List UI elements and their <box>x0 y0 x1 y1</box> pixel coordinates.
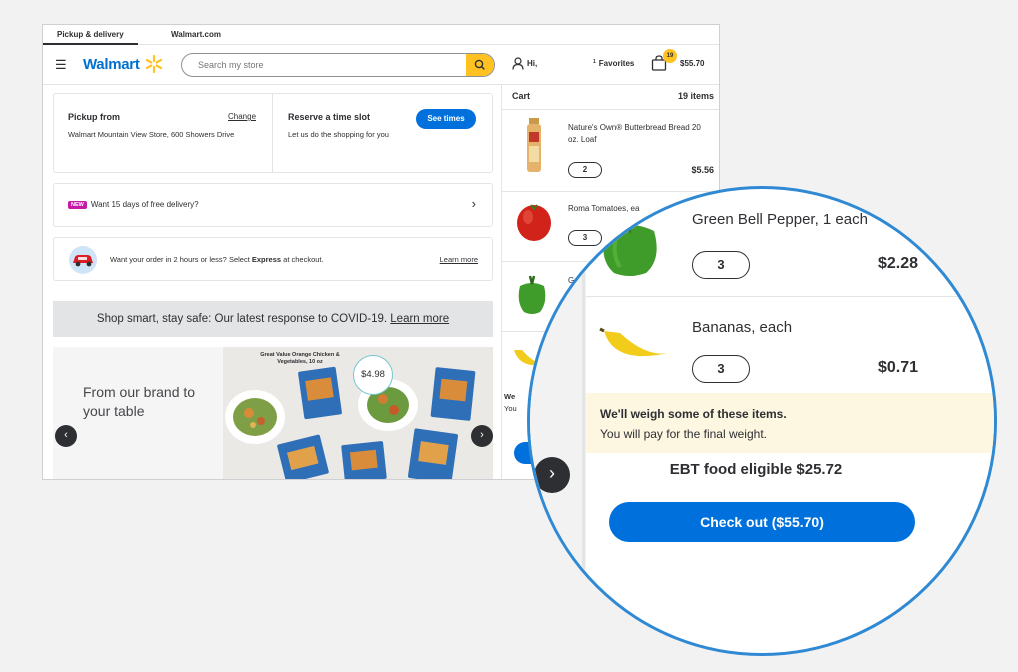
zoom-quantity-selector[interactable]: 3 <box>692 355 750 383</box>
express-text-bold: Express <box>251 255 282 264</box>
zoom-item-price: $2.28 <box>878 255 919 272</box>
promo-product-caption: Great Value Orange Chicken & Vegetables,… <box>260 352 340 365</box>
carousel-next-button[interactable]: › <box>534 457 570 493</box>
cart-title: Cart <box>512 91 531 101</box>
search-input[interactable] <box>182 54 466 76</box>
express-text-after: at checkout. <box>281 255 324 264</box>
promo-price-bubble: $4.98 <box>353 355 393 395</box>
zoom-item-name: Green Bell Pepper, 1 each <box>692 211 868 228</box>
banana-product-image <box>599 327 668 357</box>
express-text-before: Want your order in 2 hours or less? Sele… <box>110 255 252 264</box>
quantity-selector[interactable]: 2 <box>568 162 602 178</box>
account-menu[interactable]: Hi, <box>512 57 537 70</box>
zoom-cart-item: Bananas, each 3 $0.71 <box>586 297 994 393</box>
header: ☰ Walmart Search my store Hi, 1 Favorite… <box>43 45 719 85</box>
promo-image: Great Value Orange Chicken & Vegetables,… <box>223 347 493 479</box>
walmart-logo[interactable]: Walmart <box>83 56 140 73</box>
search-icon <box>474 59 485 70</box>
reserve-title: Reserve a time slot <box>288 112 371 122</box>
express-learn-more-link[interactable]: Learn more <box>440 255 478 264</box>
zoom-quantity-selector[interactable]: 3 <box>692 251 750 279</box>
weigh-notice-title: We'll weigh some of these items. <box>600 407 787 421</box>
account-greeting: Hi, <box>527 59 538 68</box>
store-address: Walmart Mountain View Store, 600 Showers… <box>68 130 235 139</box>
bread-loaf-product-image <box>527 118 541 172</box>
zoom-item-price: $0.71 <box>878 359 919 376</box>
free-delivery-row: NEW Want 15 days of free delivery? <box>68 200 199 209</box>
chevron-left-icon: ‹ <box>64 429 68 441</box>
weigh-notice: We'll weigh some of these items. You wil… <box>586 393 994 453</box>
card-divider <box>272 94 273 172</box>
new-badge: NEW <box>68 201 87 209</box>
zoom-item-name: Bananas, each <box>692 319 793 336</box>
search-button[interactable] <box>466 54 494 76</box>
promo-text-panel: From our brand to your table <box>53 347 223 479</box>
zoom-magnifier: Green Bell Pepper, 1 each 3 $2.28 Banana… <box>527 186 997 656</box>
chevron-right-icon: › <box>471 196 476 211</box>
express-text: Want your order in 2 hours or less? Sele… <box>110 255 324 264</box>
covid-text: Shop smart, stay safe: Our latest respon… <box>96 313 391 325</box>
delivery-car-icon <box>69 246 97 274</box>
ebt-eligible-total: EBT food eligible $25.72 <box>669 461 843 478</box>
covid-learn-more-link[interactable]: Learn more <box>390 313 449 325</box>
chevron-right-icon: › <box>549 463 555 483</box>
pickup-title: Pickup from <box>68 112 121 122</box>
weigh-notice-fragment: We <box>504 392 516 401</box>
pickup-card: Pickup from Change Walmart Mountain View… <box>53 93 493 173</box>
reserve-subtitle: Let us do the shopping for you <box>288 130 389 139</box>
carousel-prev-button[interactable]: ‹ <box>55 425 77 447</box>
zoom-panel-edge <box>582 189 585 653</box>
favorites-label: Favorites <box>598 59 635 68</box>
promo-title: From our brand to your table <box>83 384 196 419</box>
zoom-backdrop <box>530 189 586 653</box>
covid-banner: Shop smart, stay safe: Our latest respon… <box>53 301 493 337</box>
search-bar <box>181 53 495 77</box>
weigh-notice-subtitle: You will pay for the final weight. <box>600 427 767 441</box>
see-times-button[interactable]: See times <box>416 109 476 129</box>
menu-icon[interactable]: ☰ <box>55 57 67 73</box>
cart-total[interactable]: $55.70 <box>680 59 704 68</box>
user-icon <box>512 57 524 70</box>
free-delivery-banner[interactable]: NEW Want 15 days of free delivery? › <box>53 183 493 227</box>
chevron-right-icon: › <box>480 429 484 441</box>
cart-item-count: 19 items <box>677 91 714 101</box>
favorites-link[interactable]: 1 Favorites <box>593 59 634 68</box>
green-pepper-product-image <box>603 212 657 276</box>
spark-logo-icon <box>145 54 163 74</box>
tab-walmart-com[interactable]: Walmart.com <box>171 30 221 39</box>
tab-pickup-delivery[interactable]: Pickup & delivery <box>43 30 138 45</box>
main-content: Pickup from Change Walmart Mountain View… <box>43 85 501 479</box>
change-store-link[interactable]: Change <box>228 112 256 121</box>
cart-count-badge: 19 <box>663 49 677 63</box>
favorites-superscript: 1 <box>593 59 596 65</box>
cart-item: Nature's Own® Butterbread Bread 20 oz. L… <box>502 109 719 191</box>
carousel-next-button[interactable]: › <box>471 425 493 447</box>
weigh-notice-fragment-sub: You <box>504 404 517 413</box>
express-banner: Want your order in 2 hours or less? Sele… <box>53 237 493 281</box>
cart-header: Cart 19 items <box>502 85 719 109</box>
free-delivery-text: Want 15 days of free delivery? <box>90 200 199 209</box>
zoom-cart-item: Green Bell Pepper, 1 each 3 $2.28 <box>586 189 994 297</box>
cart-item-price: $5.56 <box>691 165 714 175</box>
cart-item-name: Nature's Own® Butterbread Bread 20 oz. L… <box>568 123 701 144</box>
top-tabs: Pickup & delivery Walmart.com <box>43 25 719 45</box>
checkout-button[interactable]: Check out ($55.70) <box>609 502 915 542</box>
